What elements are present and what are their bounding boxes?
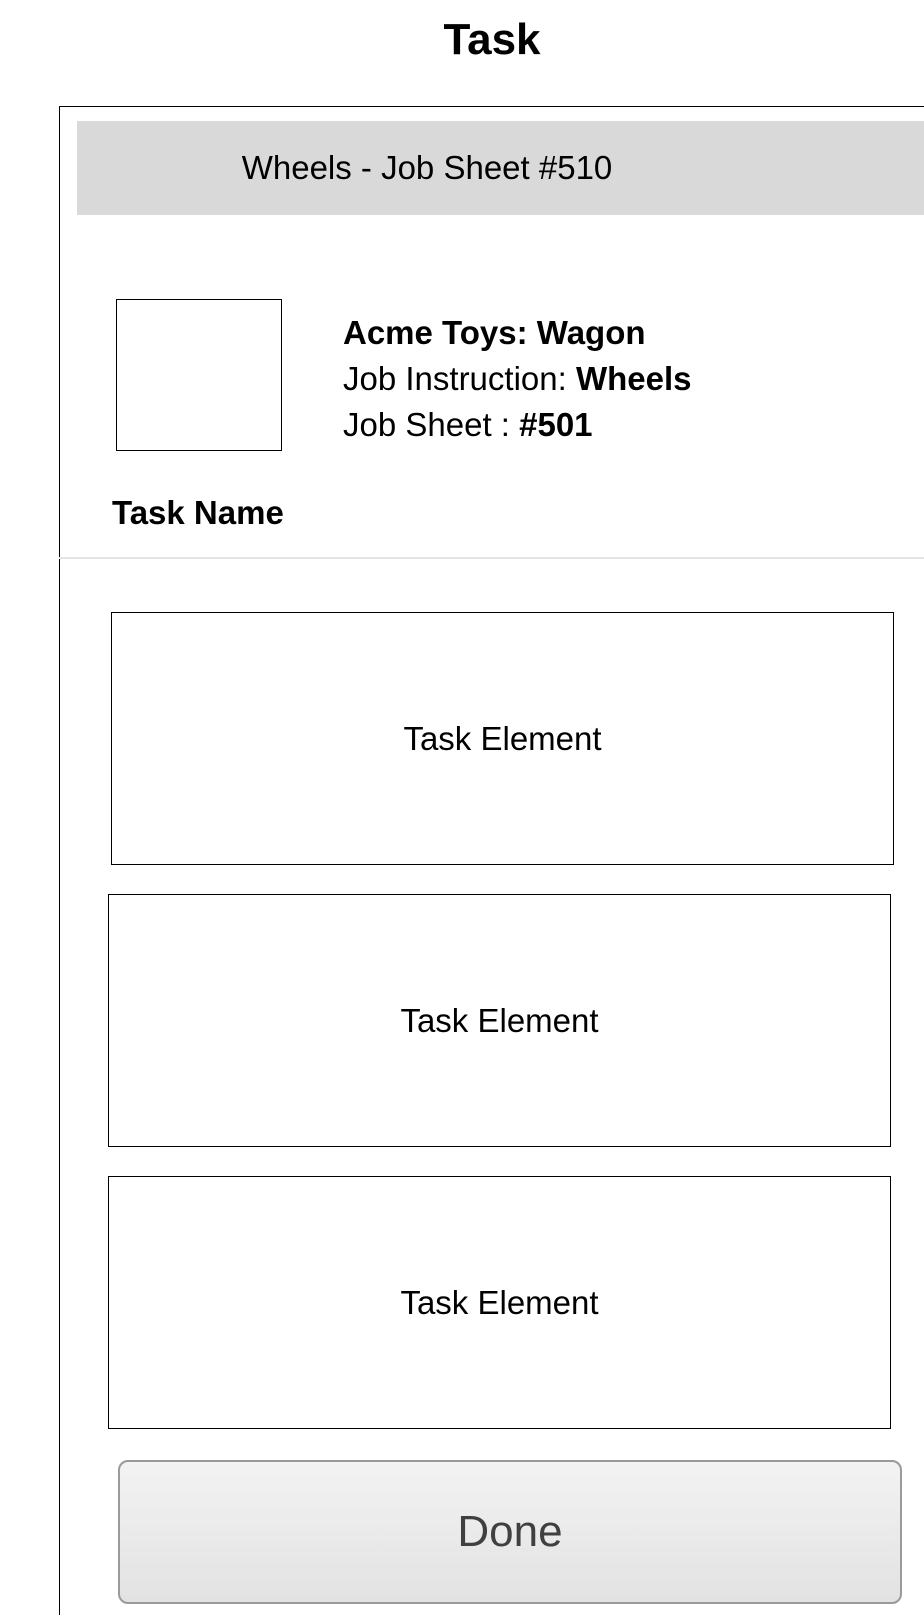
section-divider xyxy=(59,557,924,559)
task-element-label: Task Element xyxy=(400,1001,599,1039)
job-sheet-title: Wheels - Job Sheet #510 xyxy=(77,121,924,215)
task-element-label: Task Element xyxy=(400,1283,599,1321)
job-sheet-label: Job Sheet : xyxy=(343,406,520,443)
job-instruction-line: Job Instruction: Wheels xyxy=(343,356,692,402)
product-image-placeholder xyxy=(116,299,282,451)
product-name: Acme Toys: Wagon xyxy=(343,314,646,351)
task-element-2[interactable]: Task Element xyxy=(108,894,891,1147)
job-sheet-title-text: Wheels - Job Sheet #510 xyxy=(241,149,613,186)
task-element-3[interactable]: Task Element xyxy=(108,1176,891,1429)
page-title: Task xyxy=(443,15,541,64)
job-instruction-label: Job Instruction: xyxy=(343,360,576,397)
job-instruction-value: Wheels xyxy=(575,360,692,397)
task-name-heading: Task Name xyxy=(112,494,284,531)
done-button[interactable]: Done xyxy=(118,1460,902,1604)
task-screen: Task Wheels - Job Sheet #510 Acme Toys: … xyxy=(0,0,924,1615)
task-element-1[interactable]: Task Element xyxy=(111,612,894,865)
job-sheet-value: #501 xyxy=(519,406,593,443)
job-sheet-header: Wheels - Job Sheet #510 xyxy=(77,121,924,215)
task-element-label: Task Element xyxy=(403,719,602,757)
job-sheet-line: Job Sheet : #501 xyxy=(343,402,692,448)
job-info: Acme Toys: Wagon Job Instruction: Wheels… xyxy=(343,310,692,448)
